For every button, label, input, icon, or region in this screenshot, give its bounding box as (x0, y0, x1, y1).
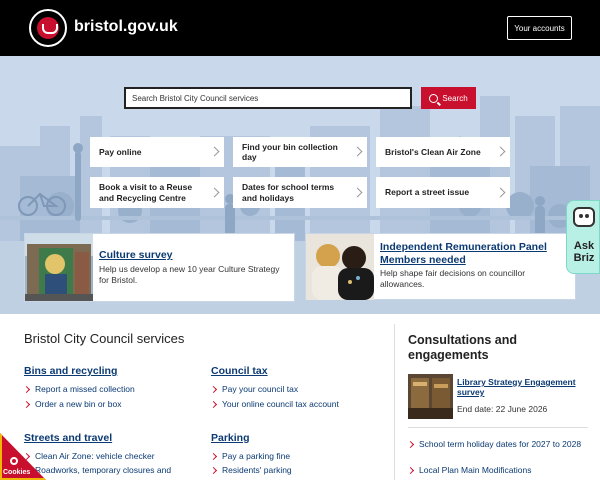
quick-link-label: Dates for school terms and holidays (242, 182, 335, 203)
search-button-label: Search (442, 93, 468, 103)
culture-survey-link[interactable]: Culture survey (99, 249, 173, 261)
residents-parking-link[interactable]: Residents' parking (211, 465, 292, 475)
consultations-divider (408, 427, 588, 428)
robot-icon (573, 207, 595, 227)
ask-briz-line1: Ask (573, 240, 595, 252)
chevron-right-icon (209, 187, 220, 197)
parking-link[interactable]: Parking (211, 432, 250, 444)
pay-parking-fine-link[interactable]: Pay a parking fine (211, 451, 290, 461)
local-plan-link[interactable]: Local Plan Main Modifications (408, 465, 588, 476)
chevron-right-icon (495, 187, 506, 197)
panel-members-image (306, 234, 374, 300)
quick-link-pay-online[interactable]: Pay online (90, 137, 224, 167)
chevron-right-icon (352, 146, 363, 157)
roadworks-link[interactable]: Roadworks, temporary closures and (24, 465, 171, 475)
search-input[interactable]: Search Bristol City Council services (124, 87, 412, 109)
feature-card-remuneration-panel[interactable]: Independent Remuneration Panel Members n… (305, 233, 576, 300)
quick-link-reuse-recycling[interactable]: Book a visit to a Reuse and Recycling Ce… (90, 177, 224, 208)
school-term-dates-link[interactable]: School term holiday dates for 2027 to 20… (408, 439, 588, 450)
pay-council-tax-link[interactable]: Pay your council tax (211, 384, 298, 394)
remuneration-panel-link[interactable]: Independent Remuneration Panel Members n… (380, 241, 570, 267)
ask-briz-label: Ask Briz (567, 240, 600, 264)
cookies-label[interactable]: Cookies (3, 469, 30, 476)
your-accounts-button[interactable]: Your accounts (507, 16, 572, 40)
library-strategy-link[interactable]: Library Strategy Engagement survey (457, 377, 587, 397)
site-name[interactable]: bristol.gov.uk (74, 18, 178, 36)
council-logo-icon[interactable] (29, 9, 67, 47)
council-tax-account-link[interactable]: Your online council tax account (211, 399, 339, 409)
ask-briz-chat-button[interactable]: Ask Briz (566, 200, 600, 274)
quick-link-label: Book a visit to a Reuse and Recycling Ce… (99, 182, 193, 203)
column-divider (394, 324, 395, 480)
chevron-right-icon (495, 146, 506, 157)
quick-link-label: Bristol's Clean Air Zone (385, 146, 481, 157)
quick-link-label: Report a street issue (385, 187, 470, 198)
consultations-heading: Consultations and engagements (408, 333, 518, 362)
street-art-image (25, 234, 93, 301)
bins-recycling-link[interactable]: Bins and recycling (24, 365, 117, 377)
remuneration-panel-text: Help shape fair decisions on councillor … (380, 268, 526, 290)
search-icon (429, 93, 439, 103)
council-tax-link[interactable]: Council tax (211, 365, 268, 377)
library-strategy-end-date: End date: 22 June 2026 (457, 404, 548, 414)
quick-link-school-terms[interactable]: Dates for school terms and holidays (233, 177, 367, 208)
chevron-right-icon (352, 187, 363, 197)
streets-travel-link[interactable]: Streets and travel (24, 432, 112, 444)
report-missed-collection-link[interactable]: Report a missed collection (24, 384, 135, 394)
site-header: bristol.gov.uk Your accounts (0, 0, 600, 56)
search-button[interactable]: Search (421, 87, 476, 109)
feature-card-culture-survey[interactable]: Culture survey Help us develop a new 10 … (24, 233, 295, 302)
gear-icon (10, 457, 18, 465)
library-image (408, 374, 453, 419)
ask-briz-line2: Briz (573, 251, 595, 264)
order-bin-link[interactable]: Order a new bin or box (24, 399, 121, 409)
culture-survey-text: Help us develop a new 10 year Culture St… (99, 264, 280, 286)
chevron-right-icon (209, 146, 220, 157)
quick-link-street-issue[interactable]: Report a street issue (376, 177, 510, 208)
quick-link-clean-air-zone[interactable]: Bristol's Clean Air Zone (376, 137, 510, 167)
services-heading: Bristol City Council services (24, 331, 185, 346)
clean-air-vehicle-checker-link[interactable]: Clean Air Zone: vehicle checker (24, 451, 155, 461)
quick-link-bin-collection[interactable]: Find your bin collection day (233, 137, 367, 167)
quick-link-label: Pay online (99, 146, 142, 157)
quick-link-label: Find your bin collection day (242, 141, 338, 162)
